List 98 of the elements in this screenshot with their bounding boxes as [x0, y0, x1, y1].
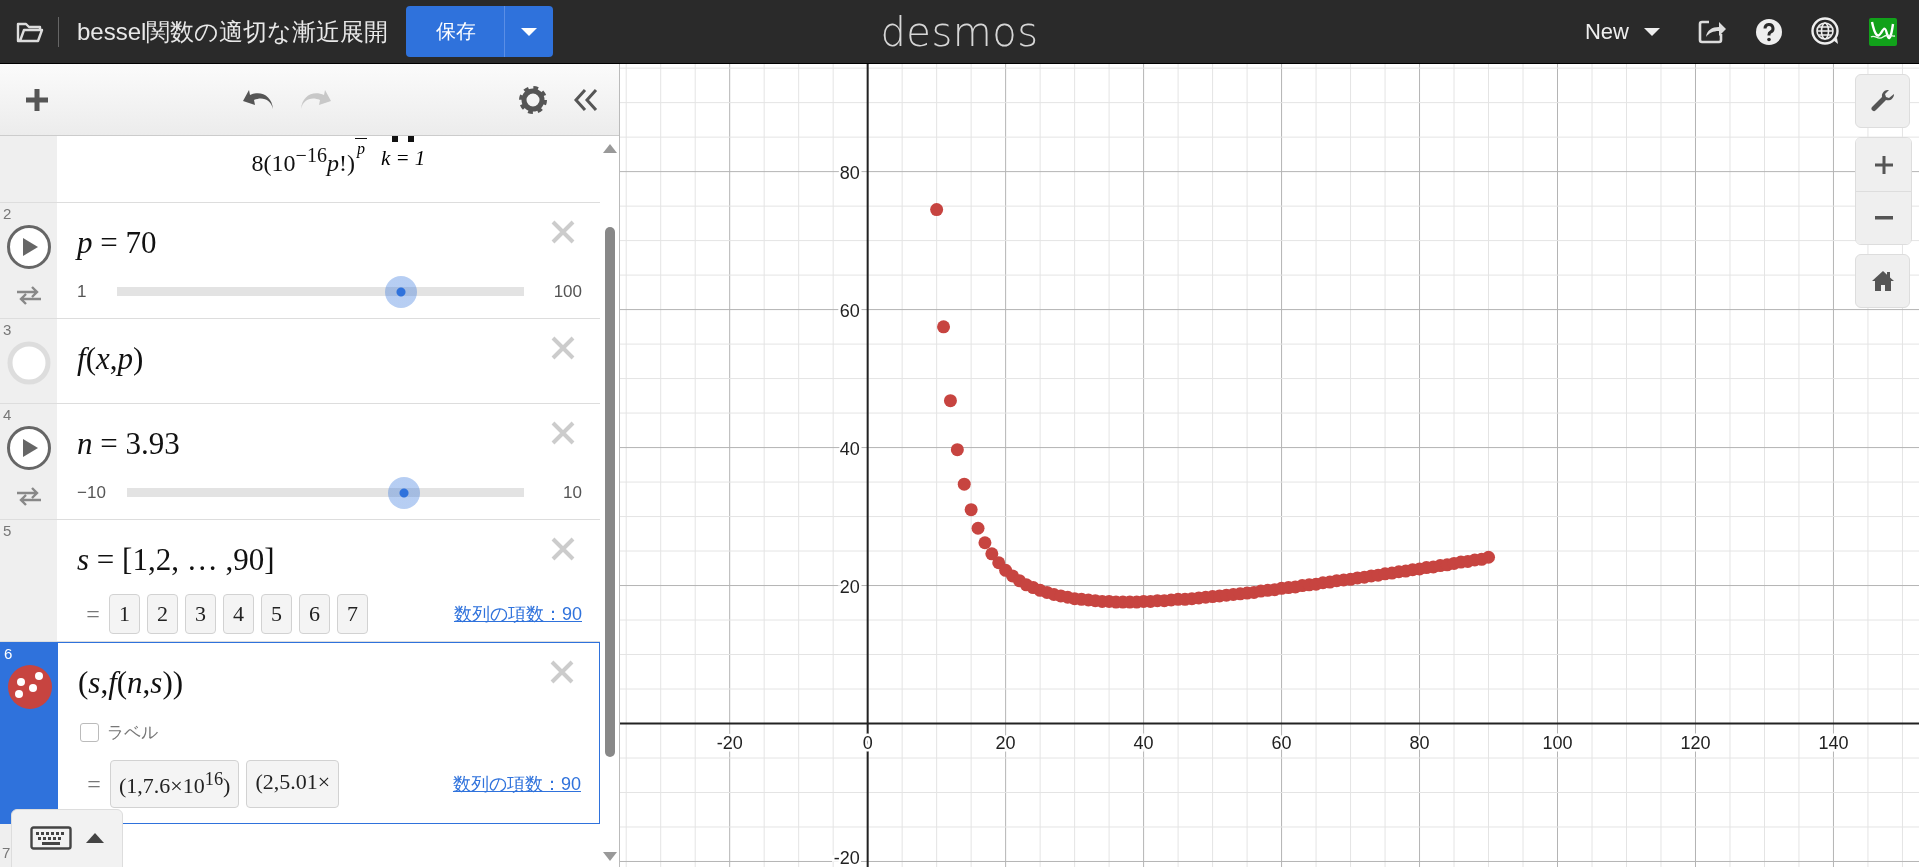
- list-length-link[interactable]: 数列の項数：90: [453, 602, 582, 626]
- expression-row[interactable]: 6 (s,f(n,s)) ラベル = (1,7.6×10$^{16}$) (2,5.01× 数列の項数：90: [0, 642, 600, 824]
- math-expression[interactable]: s = [1,2, … ,90]: [77, 534, 275, 578]
- list-value: 1: [109, 594, 140, 634]
- points-icon[interactable]: [6, 664, 53, 710]
- equals-sign: =: [85, 600, 101, 628]
- tick-label: 40: [1133, 732, 1154, 753]
- math-exponent: p: [354, 138, 367, 158]
- tick-label: 60: [1271, 732, 1292, 753]
- data-point: [937, 320, 951, 334]
- line-number: 4: [3, 406, 12, 423]
- caret-down-icon: [1643, 26, 1661, 37]
- slider-min: −10: [77, 483, 107, 503]
- data-point: [964, 503, 978, 517]
- line-number: 7: [2, 844, 11, 861]
- expression-row[interactable]: 5 s = [1,2, … ,90] = 1 2 3 4 5 6 7 数列の項数：90: [0, 520, 600, 642]
- tick-label: 20: [995, 732, 1016, 753]
- scroll-up-icon[interactable]: [602, 144, 617, 153]
- tick-label: 20: [839, 576, 860, 597]
- new-button[interactable]: New: [1585, 18, 1661, 45]
- expression-gutter[interactable]: 2: [0, 203, 57, 318]
- list-value: 5: [261, 594, 292, 634]
- line-number: 5: [3, 522, 12, 539]
- home-button[interactable]: [1855, 254, 1910, 308]
- list-value: 7: [337, 594, 368, 634]
- keyboard-button[interactable]: [11, 809, 123, 867]
- data-point: [1482, 550, 1496, 564]
- line-number: 3: [3, 321, 12, 338]
- math-expression[interactable]: (s,f(n,s)): [78, 657, 184, 701]
- help-icon[interactable]: [1755, 17, 1783, 46]
- data-point: [978, 536, 992, 550]
- list-value: (2,5.01×: [246, 760, 340, 809]
- zoom-in-button[interactable]: [1856, 138, 1911, 191]
- line-number: 6: [4, 645, 13, 662]
- expression-gutter[interactable]: 5: [0, 520, 57, 641]
- save-button[interactable]: 保存: [406, 6, 505, 57]
- expression-row[interactable]: 4 n = 3.93 −10 10: [0, 404, 600, 520]
- plus-icon: [1873, 154, 1894, 175]
- list-value: (1,7.6×10$^{16}$): [110, 760, 240, 809]
- expression-row[interactable]: 2 p = 70 1 100: [0, 203, 600, 319]
- play-icon[interactable]: [5, 224, 52, 270]
- slider-thumb[interactable]: [387, 477, 420, 509]
- line-number: 2: [3, 205, 12, 222]
- list-value: 4: [223, 594, 254, 634]
- graph-logo-icon[interactable]: [1869, 17, 1897, 46]
- tick-label: 80: [839, 162, 860, 183]
- undo-icon[interactable]: [242, 88, 276, 111]
- tick-label: 140: [1818, 732, 1849, 753]
- collapse-icon[interactable]: [573, 86, 599, 113]
- graph-settings-button[interactable]: [1855, 74, 1910, 128]
- data-point: [930, 203, 944, 217]
- tick-label: -20: [833, 848, 860, 867]
- data-point: [971, 521, 985, 535]
- app-logo-text[interactable]: desmos: [880, 8, 1039, 55]
- tick-label: -20: [716, 732, 743, 753]
- list-value: 3: [185, 594, 216, 634]
- math-expression: 8(10$^{−16}$p!): [251, 143, 355, 177]
- checkbox[interactable]: [80, 723, 99, 742]
- slider-min: 1: [77, 282, 88, 302]
- scrollbar-thumb[interactable]: [604, 227, 615, 757]
- tick-label: 60: [839, 300, 860, 321]
- slider-max: 100: [552, 282, 582, 302]
- play-icon[interactable]: [5, 425, 52, 471]
- scroll-down-icon[interactable]: [602, 852, 617, 861]
- math-subscript: k = 1: [380, 146, 426, 171]
- home-icon: [1870, 270, 1895, 292]
- data-point: [950, 443, 964, 457]
- equals-sign: =: [86, 770, 102, 798]
- save-menu-button[interactable]: [504, 6, 554, 57]
- slider-thumb[interactable]: [384, 276, 417, 308]
- plus-icon[interactable]: [24, 86, 50, 113]
- math-expression[interactable]: n = 3.93: [77, 418, 180, 462]
- expression-gutter[interactable]: 3: [0, 319, 57, 403]
- globe-icon[interactable]: [1811, 16, 1841, 47]
- caret-down-icon: [520, 26, 539, 37]
- data-point: [957, 477, 971, 491]
- tick-label: 80: [1409, 732, 1430, 753]
- graph-title[interactable]: bessel関数の適切な漸近展開: [77, 15, 389, 48]
- data-point: [943, 394, 957, 408]
- settings-icon[interactable]: [519, 85, 547, 114]
- caret-up-icon: [86, 833, 104, 843]
- data-point: [985, 547, 999, 561]
- math-expression[interactable]: f(x,p): [77, 333, 144, 377]
- slider-max: 10: [562, 483, 582, 503]
- expression-row[interactable]: 3 f(x,p): [0, 319, 600, 404]
- list-length-link[interactable]: 数列の項数：90: [452, 772, 581, 797]
- tick-label: 40: [839, 438, 860, 459]
- list-value: 2: [147, 594, 178, 634]
- checkbox-label[interactable]: ラベル: [107, 721, 158, 744]
- list-value: 6: [299, 594, 330, 634]
- tick-label: 120: [1680, 732, 1711, 753]
- expression-gutter[interactable]: 4: [0, 404, 57, 519]
- expression-gutter[interactable]: 6: [1, 643, 58, 823]
- tick-label: 100: [1542, 732, 1573, 753]
- keyboard-icon: [30, 826, 72, 850]
- math-expression[interactable]: p = 70: [77, 217, 157, 261]
- minus-icon: [1873, 215, 1894, 221]
- wrench-icon: [1869, 88, 1896, 114]
